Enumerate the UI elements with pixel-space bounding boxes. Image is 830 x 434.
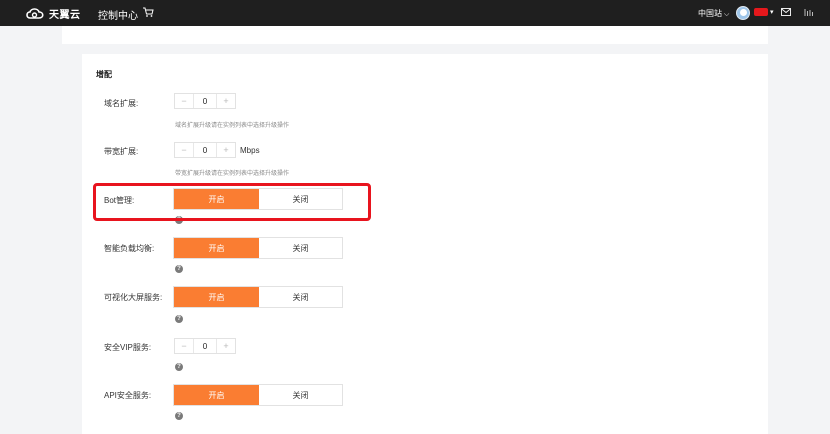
smart-load-balancing-on-option[interactable]: 开启 [174, 238, 259, 258]
plus-icon[interactable]: + [216, 143, 235, 157]
region-label: 中国站 [698, 9, 722, 18]
smart-load-balancing-toggle[interactable]: 开启 关闭 [173, 237, 343, 259]
secure-vip-stepper[interactable]: − 0 + [174, 338, 236, 354]
minus-icon[interactable]: − [175, 143, 194, 157]
bandwidth-unit: Mbps [240, 146, 260, 155]
cloud-logo-icon [26, 8, 44, 19]
domain-extension-hint: 域名扩展升级请在实例列表中选择升级操作 [175, 123, 290, 129]
minus-icon[interactable]: − [175, 339, 194, 353]
document-icon[interactable] [804, 7, 814, 17]
help-icon[interactable]: ? [175, 363, 183, 371]
user-menu-chevron-icon[interactable]: ▾ [770, 8, 774, 16]
section-title: 增配 [96, 70, 112, 79]
bandwidth-extension-value[interactable]: 0 [194, 143, 216, 157]
region-selector[interactable]: 中国站 ⌵ [698, 8, 729, 19]
minus-icon[interactable]: − [175, 94, 194, 108]
chevron-down-icon: ⌵ [724, 11, 730, 18]
help-icon[interactable]: ? [175, 265, 183, 273]
previous-card [62, 26, 768, 44]
top-navigation-bar: 天翼云 控制中心 中国站 ⌵ ▾ [0, 0, 830, 26]
smart-load-balancing-off-option[interactable]: 关闭 [259, 238, 342, 258]
api-security-label: API安全服务: [104, 391, 152, 400]
cart-icon[interactable] [142, 6, 154, 18]
domain-extension-stepper[interactable]: − 0 + [174, 93, 236, 109]
secure-vip-value[interactable]: 0 [194, 339, 216, 353]
api-security-off-option[interactable]: 关闭 [259, 385, 342, 405]
plus-icon[interactable]: + [216, 339, 235, 353]
domain-extension-value[interactable]: 0 [194, 94, 216, 108]
visualization-screen-toggle[interactable]: 开启 关闭 [173, 286, 343, 308]
plus-icon[interactable]: + [216, 94, 235, 108]
bandwidth-extension-label: 带宽扩展: [104, 147, 139, 156]
highlight-annotation-box [93, 183, 371, 221]
bandwidth-extension-stepper[interactable]: − 0 + [174, 142, 236, 158]
visualization-screen-label: 可视化大屏服务: [104, 293, 163, 302]
api-security-on-option[interactable]: 开启 [174, 385, 259, 405]
user-name-badge[interactable] [754, 8, 768, 16]
avatar[interactable] [736, 6, 750, 20]
secure-vip-label: 安全VIP服务: [104, 343, 152, 352]
api-security-toggle[interactable]: 开启 关闭 [173, 384, 343, 406]
help-icon[interactable]: ? [175, 315, 183, 323]
visualization-screen-on-option[interactable]: 开启 [174, 287, 259, 307]
mail-icon[interactable] [781, 8, 791, 16]
brand-logo[interactable]: 天翼云 [25, 6, 81, 21]
console-link[interactable]: 控制中心 [98, 7, 138, 22]
domain-extension-label: 域名扩展: [104, 99, 139, 108]
smart-load-balancing-label: 智能负载均衡: [104, 244, 155, 253]
visualization-screen-off-option[interactable]: 关闭 [259, 287, 342, 307]
bandwidth-extension-hint: 带宽扩展升级请在实例列表中选择升级操作 [175, 171, 290, 177]
brand-name: 天翼云 [49, 9, 81, 21]
help-icon[interactable]: ? [175, 412, 183, 420]
